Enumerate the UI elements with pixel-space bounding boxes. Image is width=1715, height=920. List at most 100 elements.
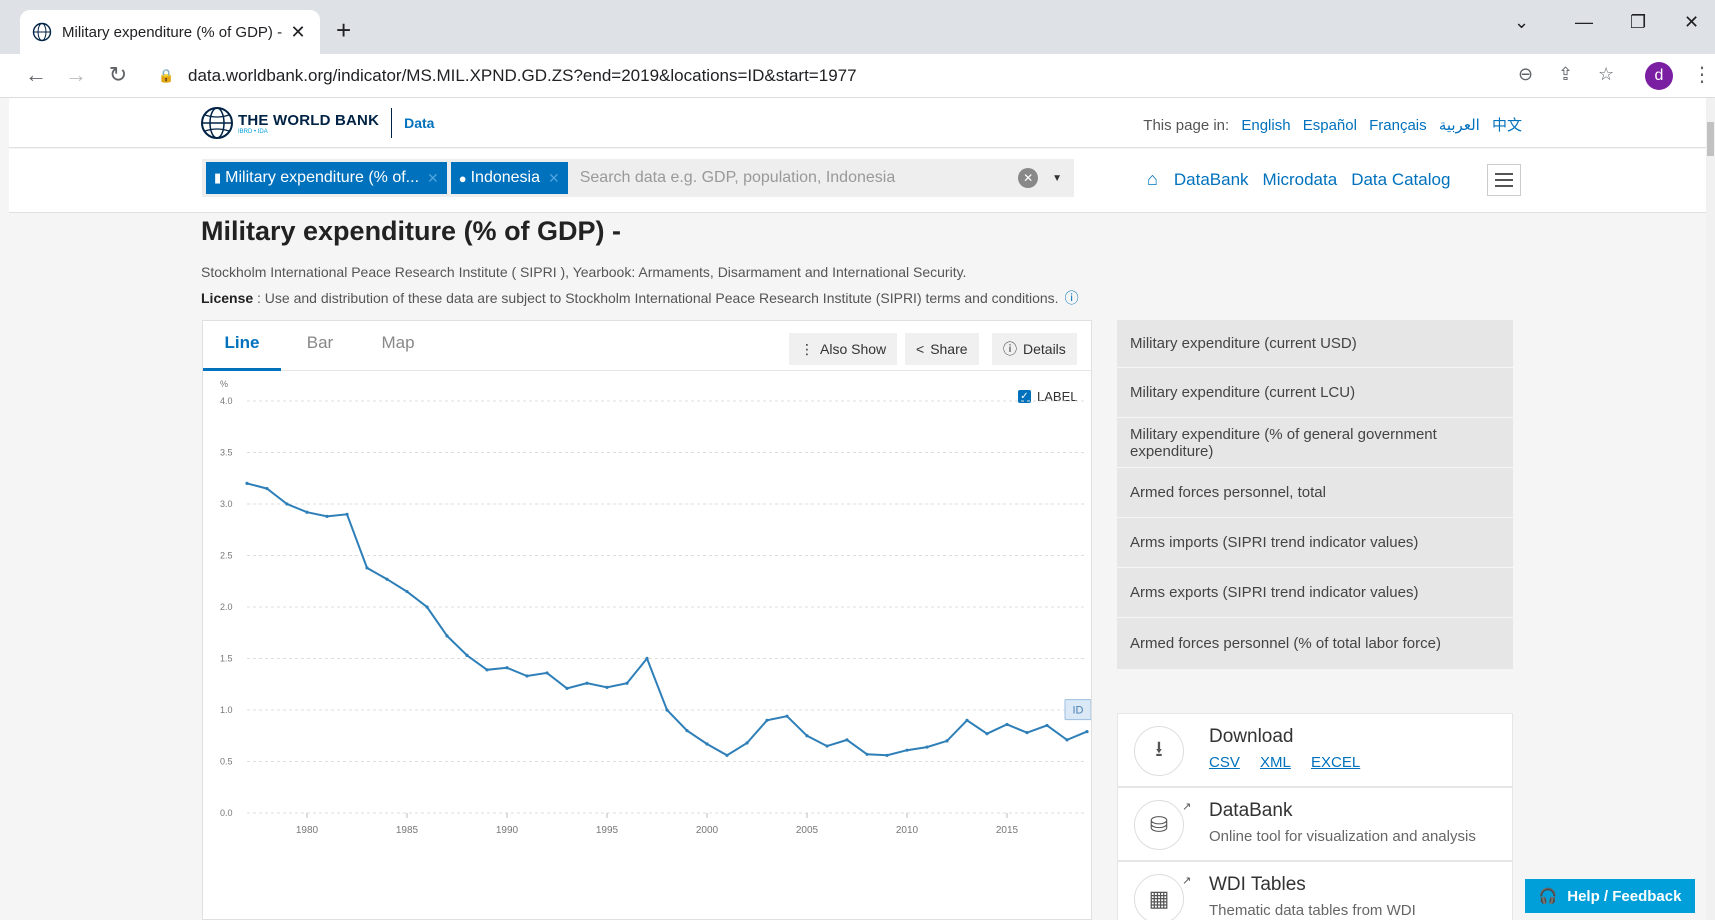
tab-search-icon[interactable]: ⌄ (1514, 12, 1529, 33)
y-tick-label: 2.5 (220, 551, 233, 561)
lang-chinese[interactable]: 中文 (1492, 117, 1522, 134)
help-feedback-button[interactable]: 🎧 Help / Feedback (1525, 879, 1695, 913)
top-nav-links: ⌂ DataBank Microdata Data Catalog (1147, 169, 1464, 190)
related-item[interactable]: Military expenditure (current USD) (1117, 320, 1513, 368)
headset-icon: 🎧 (1538, 888, 1558, 905)
country-chip[interactable]: ● Indonesia ✕ (450, 162, 568, 194)
download-xml-link[interactable]: XML (1260, 754, 1291, 771)
data-point (705, 742, 709, 746)
y-tick-label: 2.0 (220, 602, 233, 612)
brand-name: THE WORLD BANK (238, 111, 380, 129)
restore-icon[interactable]: ❐ (1630, 12, 1646, 33)
lang-french[interactable]: Français (1369, 117, 1427, 134)
databank-title: DataBank (1209, 800, 1293, 821)
download-excel-link[interactable]: EXCEL (1311, 754, 1360, 771)
address-bar[interactable]: 🔒 data.worldbank.org/indicator/MS.MIL.XP… (144, 59, 1504, 93)
download-csv-link[interactable]: CSV (1209, 754, 1240, 771)
related-item[interactable]: Arms exports (SIPRI trend indicator valu… (1117, 568, 1513, 618)
profile-avatar[interactable]: d (1645, 62, 1673, 90)
databank-desc: Online tool for visualization and analys… (1209, 828, 1476, 845)
line-chart: 0.0 0.5 1.0 1.5 2.0 2.5 3.0 3.5 4.0% 1980 1985 1990… (220, 379, 1091, 836)
language-selector: This page in: English Español Français ا… (1143, 114, 1522, 135)
browser-tab[interactable]: Military expenditure (% of GDP) - ✕ (20, 10, 320, 54)
new-tab-icon[interactable]: + (336, 14, 351, 46)
url-text: data.worldbank.org/indicator/MS.MIL.XPND… (188, 66, 857, 85)
wdi-card[interactable]: ▦ ↗ WDI Tables Thematic data tables from… (1117, 861, 1513, 920)
browser-toolbar: ← → ↻ 🔒 data.worldbank.org/indicator/MS.… (0, 54, 1715, 98)
share-button[interactable]: < Share (905, 333, 979, 365)
y-tick-label: 1.5 (220, 654, 233, 664)
nav-microdata[interactable]: Microdata (1263, 170, 1338, 190)
table-icon: ▦ (1134, 874, 1184, 920)
also-show-button[interactable]: ⋮ Also Show (789, 333, 898, 365)
related-item[interactable]: Armed forces personnel, total (1117, 468, 1513, 518)
close-window-icon[interactable]: ✕ (1684, 12, 1699, 33)
reload-icon[interactable]: ↻ (104, 62, 132, 88)
nav-data-catalog[interactable]: Data Catalog (1351, 170, 1450, 190)
x-tick-label: 2010 (896, 825, 919, 836)
data-point (405, 589, 409, 594)
data-point (505, 666, 509, 670)
x-tick-label: 2005 (796, 825, 819, 836)
tab-bar[interactable]: Bar (281, 321, 359, 371)
bookmark-star-icon[interactable]: ☆ (1598, 64, 1614, 85)
minimize-icon[interactable]: — (1575, 12, 1593, 33)
remove-country-icon[interactable]: ✕ (548, 170, 560, 187)
data-point (985, 732, 989, 736)
related-indicators: Military expenditure (current USD) Milit… (1117, 320, 1513, 670)
databank-card[interactable]: ⛁ ↗ DataBank Online tool for visualizati… (1117, 787, 1513, 861)
lang-english[interactable]: English (1241, 117, 1290, 134)
details-button[interactable]: ⓘ Details (992, 333, 1077, 365)
series-end-label: ID (1073, 705, 1084, 717)
remove-indicator-icon[interactable]: ✕ (427, 170, 439, 187)
y-tick-label: 1.0 (220, 705, 233, 715)
scrollbar-thumb[interactable] (1707, 122, 1714, 156)
data-section-link[interactable]: Data (404, 115, 434, 131)
related-item[interactable]: Military expenditure (% of general gover… (1117, 418, 1513, 468)
lang-spanish[interactable]: Español (1303, 117, 1357, 134)
lang-arabic[interactable]: العربية (1439, 117, 1480, 134)
license-line: License : Use and distribution of these … (201, 288, 1079, 308)
browser-menu-icon[interactable]: ⋮ (1692, 62, 1712, 87)
source-text: Stockholm International Peace Research I… (201, 264, 967, 280)
external-link-icon: ↗ (1182, 801, 1192, 813)
download-links: CSV XML EXCEL (1209, 754, 1376, 771)
back-icon[interactable]: ← (22, 62, 50, 88)
nav-databank[interactable]: DataBank (1174, 170, 1249, 190)
hamburger-menu-icon[interactable] (1487, 164, 1521, 196)
lock-icon: 🔒 (158, 68, 175, 83)
bar-chart-icon: ▮ (214, 170, 222, 185)
tab-map[interactable]: Map (359, 321, 437, 371)
clear-search-icon[interactable]: ✕ (1018, 168, 1039, 188)
home-icon[interactable]: ⌂ (1147, 169, 1158, 190)
x-tick-label: 2000 (696, 825, 719, 836)
close-tab-icon[interactable]: ✕ (288, 22, 308, 43)
data-point (905, 748, 909, 752)
chart-panel: Line Bar Map ⋮ Also Show < Share ⓘ Details … (202, 320, 1092, 920)
search-box[interactable]: ▮ Military expenditure (% of... ✕ ● Indo… (202, 159, 1074, 197)
data-point (1025, 731, 1029, 735)
license-label: License (201, 290, 254, 306)
y-tick-label: 0.5 (220, 757, 233, 767)
data-point (285, 502, 289, 506)
data-point (865, 752, 869, 756)
language-prefix: This page in: (1143, 117, 1230, 134)
data-point (745, 741, 749, 745)
related-item[interactable]: Arms imports (SIPRI trend indicator valu… (1117, 518, 1513, 568)
indicator-chip[interactable]: ▮ Military expenditure (% of... ✕ (206, 162, 447, 194)
page-scrollbar[interactable] (1706, 98, 1715, 920)
search-input[interactable]: Search data e.g. GDP, population, Indone… (580, 169, 1018, 187)
info-icon[interactable]: ⓘ (1065, 290, 1079, 306)
related-item[interactable]: Armed forces personnel (% of total labor… (1117, 618, 1513, 670)
related-item[interactable]: Military expenditure (current LCU) (1117, 368, 1513, 418)
page-title: Military expenditure (% of GDP) - (201, 216, 622, 246)
data-point (965, 718, 969, 722)
dropdown-caret-icon[interactable]: ▼ (1052, 173, 1062, 184)
data-point (365, 566, 369, 570)
worldbank-logo[interactable]: THE WORLD BANK IBRD • IDA Data (200, 106, 434, 140)
zoom-icon[interactable]: ⊖ (1518, 64, 1533, 85)
tab-line[interactable]: Line (203, 321, 281, 371)
data-point (645, 656, 649, 661)
forward-icon[interactable]: → (62, 62, 90, 88)
share-page-icon[interactable]: ⇪ (1558, 64, 1573, 85)
